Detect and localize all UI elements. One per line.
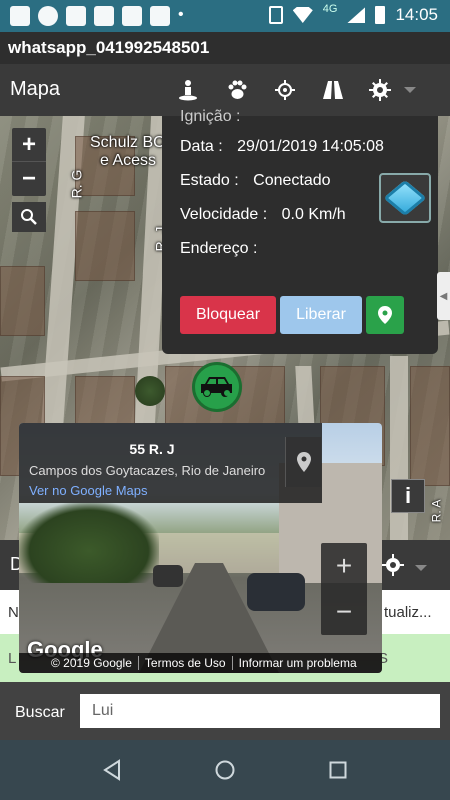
- street-car: [153, 565, 183, 587]
- android-nav-bar: [0, 740, 450, 800]
- street-view-address: Campos dos Goytacazes, Rio de Janeiro: [29, 463, 266, 478]
- info-row: Data : 29/01/2019 14:05:08: [180, 138, 384, 156]
- car-icon: [201, 377, 232, 397]
- street-view-card[interactable]: 55 R. J Campos dos Goytacazes, Rio de Ja…: [19, 423, 382, 673]
- vehicle-info-panel: Ignição : Data : 29/01/2019 14:05:08 Est…: [162, 108, 438, 354]
- dropdown-icon[interactable]: [398, 78, 422, 102]
- location-pin-icon: [378, 306, 392, 324]
- map-building: [75, 211, 135, 281]
- paw-icon[interactable]: [225, 78, 249, 102]
- battery-icon: [375, 6, 386, 24]
- map-label: Schulz BO: [90, 134, 166, 151]
- tracker-device-icon: [383, 179, 427, 217]
- street-view-zoom-out[interactable]: −: [321, 589, 367, 635]
- state-value: Conectado: [253, 172, 331, 189]
- block-button[interactable]: Bloquear: [180, 296, 276, 334]
- street-view-footer: © 2019 Google Termos de Uso Informar um …: [19, 653, 382, 673]
- zoom-in-button[interactable]: +: [12, 128, 46, 162]
- back-button[interactable]: [98, 756, 126, 784]
- street-car: [247, 573, 305, 611]
- info-row: Endereço :: [180, 240, 272, 258]
- crosshair-icon[interactable]: [273, 78, 297, 102]
- map-zoom-control: + −: [12, 128, 46, 196]
- map-label: e Acess: [100, 152, 157, 169]
- missed-call-icon: [94, 6, 114, 26]
- date-value: 29/01/2019 14:05:08: [237, 138, 384, 155]
- list-cell: N: [8, 604, 19, 621]
- state-label: Estado :: [180, 172, 239, 189]
- street-view-pin-button[interactable]: [285, 437, 321, 487]
- gmail-icon: [122, 6, 142, 26]
- list-dropdown-icon[interactable]: [414, 560, 428, 578]
- map-tree: [135, 376, 165, 406]
- side-drawer-handle[interactable]: ◀: [437, 272, 450, 320]
- location-button[interactable]: [366, 296, 404, 334]
- map-label: R. A: [429, 499, 444, 523]
- vibrate-icon: [268, 6, 283, 24]
- notification-icons: •: [10, 6, 184, 26]
- release-button[interactable]: Liberar: [280, 296, 362, 334]
- chrome-icon: [38, 6, 58, 26]
- signal-icon: [347, 7, 366, 23]
- copyright-text: © 2019 Google: [45, 656, 139, 670]
- clock: 14:05: [395, 5, 438, 24]
- terms-link[interactable]: Termos de Uso: [139, 656, 233, 670]
- recents-icon: [329, 761, 347, 779]
- list-cell: L: [8, 650, 17, 667]
- map-pin-icon: [296, 452, 311, 472]
- page-title: Mapa: [10, 78, 61, 100]
- report-problem-link[interactable]: Informar um problema: [233, 656, 363, 670]
- wifi-icon: [292, 7, 313, 23]
- recents-button[interactable]: [324, 756, 352, 784]
- status-bar: • 4G 14:05: [0, 0, 450, 32]
- ignition-label: Ignição :: [180, 108, 241, 125]
- list-cell: tualiz...: [384, 604, 432, 621]
- ignition-row: Ignição :: [180, 108, 240, 126]
- speed-label: Velocidade :: [180, 206, 268, 223]
- gmail-icon: [150, 6, 170, 26]
- zoom-out-button[interactable]: −: [12, 162, 46, 196]
- speed-value: 0.0 Km/h: [281, 206, 346, 223]
- street-view-zoom: + −: [321, 543, 367, 635]
- device-image[interactable]: [379, 173, 431, 223]
- window-title: whatsapp_041992548501: [0, 32, 450, 64]
- network-type: 4G: [322, 3, 338, 15]
- search-label: Buscar: [15, 704, 65, 721]
- map-search-button[interactable]: [12, 202, 46, 232]
- home-icon: [215, 760, 235, 780]
- map-building: [410, 366, 450, 486]
- search-input[interactable]: [80, 694, 440, 728]
- street-view-header: 55 R. J Campos dos Goytacazes, Rio de Ja…: [19, 423, 322, 503]
- vehicle-marker[interactable]: [192, 362, 242, 412]
- info-row: Estado : Conectado: [180, 172, 331, 190]
- map-label: R. G: [68, 169, 85, 199]
- search-bar: Buscar: [0, 682, 450, 740]
- gear-icon[interactable]: [368, 78, 392, 102]
- street-view-title: 55 R. J: [129, 441, 175, 457]
- magnifier-icon: [21, 209, 37, 225]
- list-gear-icon[interactable]: [382, 554, 404, 581]
- info-button[interactable]: i: [391, 479, 425, 513]
- street-tree: [19, 503, 159, 583]
- address-label: Endereço :: [180, 240, 258, 257]
- youtube-icon: [10, 6, 30, 26]
- person-pin-icon[interactable]: [176, 78, 200, 102]
- road-icon[interactable]: [321, 78, 345, 102]
- back-icon: [103, 759, 120, 781]
- date-label: Data :: [180, 138, 223, 155]
- more-icon: •: [178, 6, 184, 23]
- home-button[interactable]: [211, 756, 239, 784]
- open-google-maps-link[interactable]: Ver no Google Maps: [29, 483, 148, 498]
- voicemail-icon: [66, 6, 86, 26]
- map-building: [0, 266, 45, 336]
- info-row: Velocidade : 0.0 Km/h: [180, 206, 346, 224]
- street-view-zoom-in[interactable]: +: [321, 543, 367, 589]
